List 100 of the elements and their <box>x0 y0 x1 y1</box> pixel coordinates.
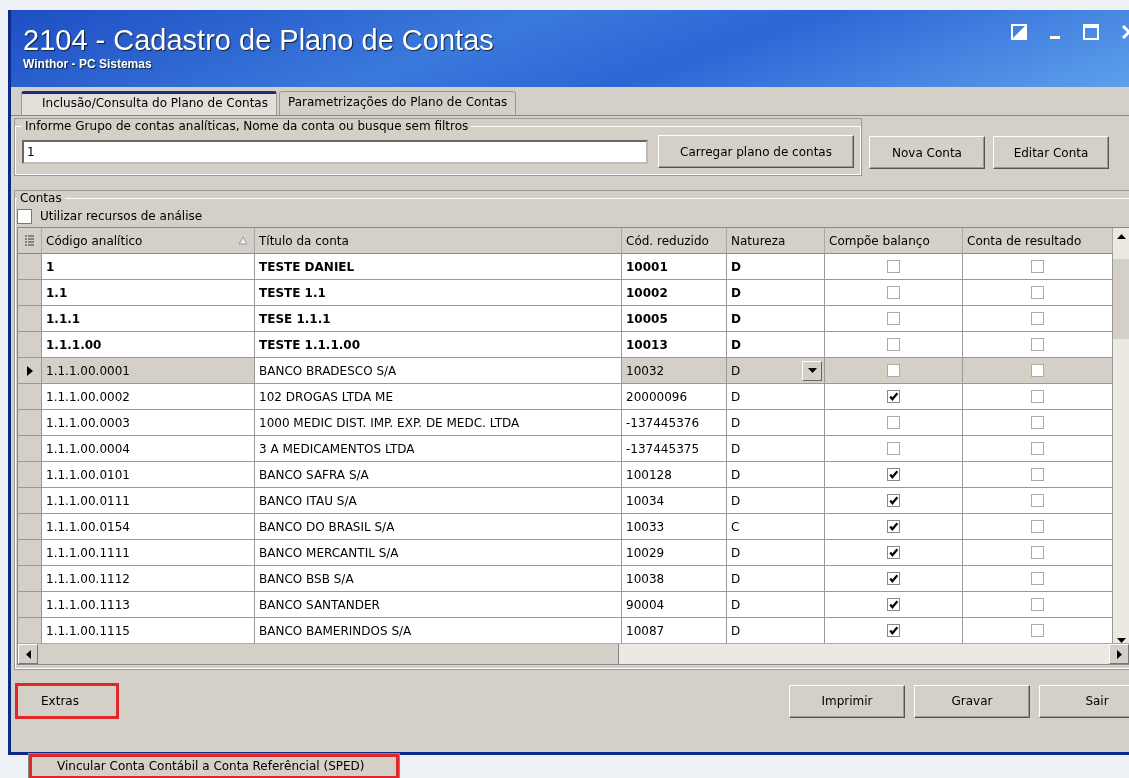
action-button[interactable]: Sair <box>1039 684 1129 718</box>
scrollbar-thumb[interactable] <box>38 644 619 664</box>
checkbox[interactable] <box>887 390 900 403</box>
table-cell: D <box>731 259 741 274</box>
checkbox[interactable] <box>1031 468 1044 481</box>
toolbar-button[interactable]: Editar Conta <box>993 136 1109 169</box>
table-cell: 1.1 <box>42 280 255 306</box>
checkbox[interactable] <box>1031 312 1044 325</box>
table-cell: 1.1.1.00.0001 <box>42 358 255 384</box>
checkbox[interactable] <box>1031 338 1044 351</box>
table-cell: C <box>731 519 740 534</box>
checkbox[interactable] <box>887 520 900 533</box>
checkbox[interactable] <box>887 598 900 611</box>
column-header[interactable]: Código analítico <box>42 228 255 254</box>
checkbox[interactable] <box>1031 442 1044 455</box>
horizontal-scrollbar[interactable] <box>18 643 1129 664</box>
tab[interactable]: Parametrizações do Plano de Contas <box>279 91 517 115</box>
column-chooser-icon[interactable] <box>25 235 34 246</box>
checkbox[interactable] <box>887 624 900 637</box>
checkbox[interactable] <box>887 468 900 481</box>
table-cell: BANCO DO BRASIL S/A <box>255 514 622 540</box>
table-cell: 10038 <box>622 566 727 592</box>
dropdown-button[interactable] <box>802 360 822 381</box>
table-cell: 1.1.1.00.0003 <box>42 410 255 436</box>
table-cell: D <box>731 389 741 404</box>
vertical-scrollbar[interactable] <box>1113 228 1129 643</box>
table-cell: 10005 <box>622 306 727 332</box>
table-cell: 1.1.1.00.1111 <box>42 540 255 566</box>
table-cell: D <box>731 441 741 456</box>
maximize-icon[interactable] <box>1083 24 1099 40</box>
table-cell: D <box>731 311 741 326</box>
tab[interactable]: Inclusão/Consulta do Plano de Contas <box>21 91 277 115</box>
table-cell: 1.1.1.00.1113 <box>42 592 255 618</box>
table-cell: 10001 <box>622 254 727 280</box>
table-cell: -137445375 <box>622 436 727 462</box>
checkbox[interactable] <box>887 286 900 299</box>
table-cell: 1.1.1.00.0111 <box>42 488 255 514</box>
checkbox[interactable] <box>1031 494 1044 507</box>
checkbox-label: Utilizar recursos de análise <box>40 209 203 223</box>
table-cell: 3 A MEDICAMENTOS LTDA <box>255 436 622 462</box>
checkbox[interactable] <box>887 442 900 455</box>
column-header[interactable]: Título da conta <box>255 228 622 254</box>
search-field[interactable]: 1 <box>22 139 648 164</box>
table-cell: D <box>731 493 741 508</box>
action-button[interactable]: Gravar <box>914 684 1030 718</box>
checkbox[interactable] <box>1031 260 1044 273</box>
checkbox[interactable] <box>17 208 32 224</box>
extras-button[interactable]: Extras <box>15 683 119 719</box>
checkbox[interactable] <box>1031 390 1044 403</box>
toolbar-button[interactable]: Nova Conta <box>869 136 985 169</box>
table-cell: -137445376 <box>622 410 727 436</box>
column-header[interactable]: Cód. reduzido <box>622 228 727 254</box>
table-cell: D <box>731 597 741 612</box>
checkbox[interactable] <box>1031 624 1044 637</box>
table-cell: BANCO BSB S/A <box>255 566 622 592</box>
checkbox[interactable] <box>887 338 900 351</box>
checkbox[interactable] <box>1031 546 1044 559</box>
checkbox[interactable] <box>887 494 900 507</box>
table-cell: 1.1.1.00 <box>42 332 255 358</box>
sort-ascending-icon <box>238 236 248 245</box>
column-title: Código analítico <box>46 233 143 248</box>
checkbox[interactable] <box>887 260 900 273</box>
table-cell: 10034 <box>622 488 727 514</box>
menu-item[interactable]: Vincular Conta Contábil a Conta Referêncial (SPED) <box>29 754 399 778</box>
table-cell: 10033 <box>622 514 727 540</box>
action-button[interactable]: Imprimir <box>789 684 905 718</box>
scroll-up-icon[interactable] <box>1116 234 1126 239</box>
checkbox[interactable] <box>887 546 900 559</box>
table-cell: BANCO MERCANTIL S/A <box>255 540 622 566</box>
restore-icon[interactable] <box>1011 24 1027 40</box>
checkbox[interactable] <box>1031 572 1044 585</box>
checkbox[interactable] <box>1031 416 1044 429</box>
checkbox[interactable] <box>887 416 900 429</box>
checkbox[interactable] <box>1031 520 1044 533</box>
table-cell: TESTE DANIEL <box>255 254 622 280</box>
column-header[interactable]: Compõe balanço <box>825 228 963 254</box>
column-header[interactable]: Conta de resultado <box>963 228 1113 254</box>
column-header[interactable]: Natureza <box>727 228 825 254</box>
scrollbar-thumb[interactable] <box>1113 259 1129 339</box>
row-indicator[interactable] <box>18 358 42 384</box>
checkbox[interactable] <box>1031 364 1044 377</box>
table-cell: 1.1.1.00.0101 <box>42 462 255 488</box>
checkbox[interactable] <box>887 572 900 585</box>
table-cell: D <box>731 545 741 560</box>
checkbox[interactable] <box>1031 286 1044 299</box>
table-cell: 1.1.1.00.0004 <box>42 436 255 462</box>
scroll-left-button[interactable] <box>18 644 38 664</box>
load-button[interactable]: Carregar plano de contas <box>658 135 854 168</box>
table-cell: BANCO ITAU S/A <box>255 488 622 514</box>
table-cell: BANCO SANTANDER <box>255 592 622 618</box>
table-cell: D <box>731 623 741 638</box>
table-cell: 1.1.1.00.1112 <box>42 566 255 592</box>
checkbox[interactable] <box>887 364 900 377</box>
table-cell: 102 DROGAS LTDA ME <box>255 384 622 410</box>
checkbox[interactable] <box>887 312 900 325</box>
checkbox[interactable] <box>1031 598 1044 611</box>
table-cell: 1.1.1.00.0154 <box>42 514 255 540</box>
table-cell: 1.1.1 <box>42 306 255 332</box>
scroll-right-button[interactable] <box>1109 644 1129 664</box>
column-title: Cód. reduzido <box>626 233 709 248</box>
